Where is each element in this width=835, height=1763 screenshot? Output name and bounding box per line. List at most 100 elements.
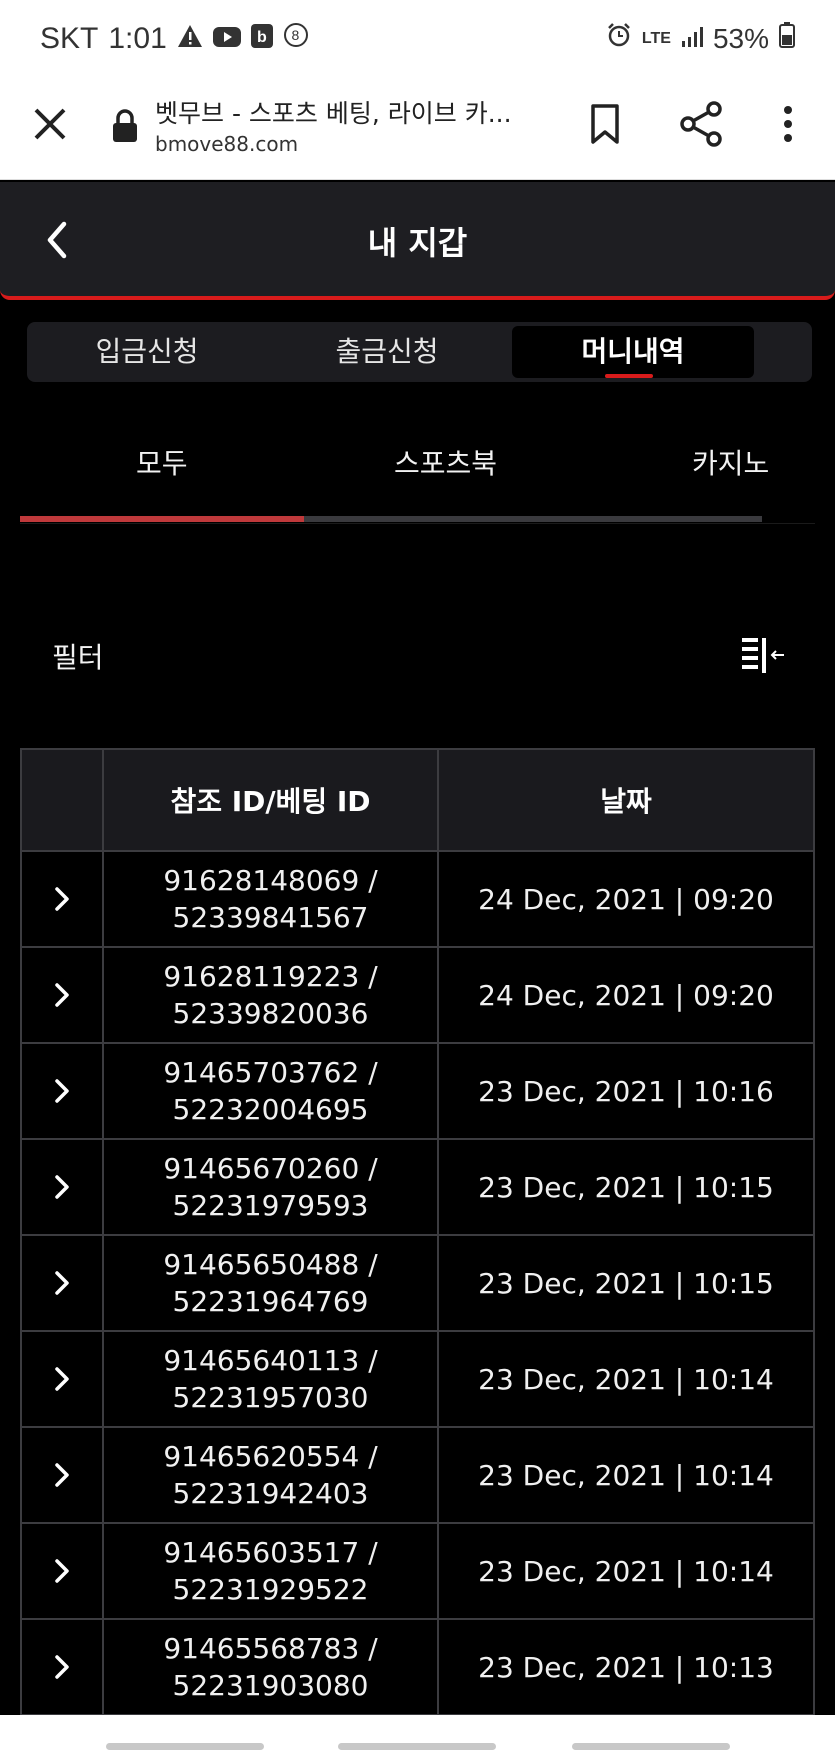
bet-id: 52231903080 [172,1669,369,1702]
table-row[interactable]: 91465703762 / 52232004695 23 Dec, 2021 | … [20,1042,815,1140]
expand-row-button[interactable] [20,946,104,1044]
ref-id: 91465640113 / [163,1344,378,1377]
wallet-tabs: 입금신청 출금신청 머니내역 [27,322,812,382]
network-label: LTE [641,29,671,47]
page-title: 내 지갑 [367,224,468,262]
chevron-right-icon [55,1079,69,1103]
tab-withdraw-request[interactable]: 출금신청 [267,322,507,382]
chevron-right-icon [55,1655,69,1679]
clock: 1:01 [108,22,167,55]
ref-id: 91465620554 / [163,1440,378,1473]
expand-row-button[interactable] [20,1234,104,1332]
close-icon[interactable] [28,102,72,146]
ref-id: 91628148069 / [163,864,378,897]
ref-bet-id-cell: 91465640113 / 52231957030 [102,1330,439,1428]
date-cell: 24 Dec, 2021 | 09:20 [437,850,815,948]
ref-bet-id-cell: 91465603517 / 52231929522 [102,1522,439,1620]
active-tab-indicator [605,374,653,378]
chevron-right-icon [55,887,69,911]
nav-home-button[interactable] [338,1743,496,1750]
ref-bet-id-cell: 91465568783 / 52231903080 [102,1618,439,1716]
table-row[interactable]: 91465640113 / 52231957030 23 Dec, 2021 | … [20,1330,815,1428]
battery-icon [779,22,795,55]
battery-percent: 53% [712,22,769,54]
chevron-right-icon [55,1175,69,1199]
app-header: 내 지갑 [0,182,835,300]
bet-id: 52339820036 [172,997,369,1030]
ref-bet-id-cell: 91465670260 / 52231979593 [102,1138,439,1236]
date-cell: 23 Dec, 2021 | 10:14 [437,1426,815,1524]
column-header-ref-id: 참조 ID/베팅 ID [102,748,439,852]
table-row[interactable]: 91465603517 / 52231929522 23 Dec, 2021 | … [20,1522,815,1620]
ref-id: 91465670260 / [163,1152,378,1185]
category-tab-all[interactable]: 모두 [136,442,188,482]
category-active-indicator [20,516,304,522]
svg-text:8: 8 [291,27,299,43]
expand-row-button[interactable] [20,1330,104,1428]
filter-label: 필터 [52,641,104,674]
column-header-expand [20,748,104,852]
table-row[interactable]: 91465568783 / 52231903080 23 Dec, 2021 | … [20,1618,815,1716]
bookmark-icon[interactable] [585,102,625,146]
expand-row-button[interactable] [20,1042,104,1140]
alarm-icon [606,22,632,55]
tab-deposit-request[interactable]: 입금신청 [27,322,267,382]
bet-id: 52231942403 [172,1477,369,1510]
table-row[interactable]: 91465650488 / 52231964769 23 Dec, 2021 | … [20,1234,815,1332]
filter-icon[interactable] [740,636,786,678]
money-history-table: 참조 ID/베팅 ID 날짜 91628148069 / 52339841567 … [20,748,815,1716]
category-divider [20,523,815,524]
svg-text:b: b [257,29,267,46]
bet-id: 52231957030 [172,1381,369,1414]
table-row[interactable]: 91465670260 / 52231979593 23 Dec, 2021 | … [20,1138,815,1236]
date-cell: 23 Dec, 2021 | 10:14 [437,1330,815,1428]
signal-icon [681,23,703,55]
browser-url[interactable]: bmove88.com [155,132,298,156]
expand-row-button[interactable] [20,1618,104,1716]
ref-bet-id-cell: 91628148069 / 52339841567 [102,850,439,948]
browser-toolbar: 벳무브 - 스포츠 베팅, 라이브 카... bmove88.com [0,80,835,180]
bet-id: 52231979593 [172,1189,369,1222]
column-header-date: 날짜 [437,748,815,852]
lock-icon [110,108,140,144]
nav-back-button[interactable] [572,1743,730,1750]
bet-id: 52231964769 [172,1285,369,1318]
category-tab-casino[interactable]: 카지노 [692,442,769,482]
expand-row-button[interactable] [20,1522,104,1620]
system-nav-bar [0,1715,835,1763]
date-cell: 23 Dec, 2021 | 10:15 [437,1138,815,1236]
warning-icon [177,22,203,56]
chevron-right-icon [55,1271,69,1295]
tab-money-history[interactable]: 머니내역 [512,326,754,378]
chevron-right-icon [55,1559,69,1583]
b-app-icon: b [250,22,273,56]
expand-row-button[interactable] [20,850,104,948]
table-row[interactable]: 91628119223 / 52339820036 24 Dec, 2021 | … [20,946,815,1044]
table-row[interactable]: 91465620554 / 52231942403 23 Dec, 2021 | … [20,1426,815,1524]
bet-id: 52231929522 [172,1573,369,1606]
bet-id: 52339841567 [172,901,369,934]
date-cell: 23 Dec, 2021 | 10:13 [437,1618,815,1716]
table-header-row: 참조 ID/베팅 ID 날짜 [20,748,815,852]
more-vertical-icon[interactable] [778,102,798,146]
browser-page-title[interactable]: 벳무브 - 스포츠 베팅, 라이브 카... [155,94,535,130]
bet-id: 52232004695 [172,1093,369,1126]
chevron-right-icon [55,983,69,1007]
category-tab-sportsbook[interactable]: 스포츠북 [394,442,497,482]
share-icon[interactable] [678,100,724,148]
nav-recents-button[interactable] [106,1743,264,1750]
chevron-right-icon [55,1463,69,1487]
circle-8-icon: 8 [283,22,309,56]
expand-row-button[interactable] [20,1426,104,1524]
carrier-label: SKT [40,22,99,55]
expand-row-button[interactable] [20,1138,104,1236]
date-cell: 24 Dec, 2021 | 09:20 [437,946,815,1044]
chevron-right-icon [55,1367,69,1391]
status-right: LTE 53% [606,22,795,55]
status-bar: SKT 1:01 b 8 LTE 53% [0,0,835,80]
status-left: SKT 1:01 b 8 [40,22,309,56]
ref-bet-id-cell: 91465650488 / 52231964769 [102,1234,439,1332]
ref-bet-id-cell: 91465703762 / 52232004695 [102,1042,439,1140]
table-row[interactable]: 91628148069 / 52339841567 24 Dec, 2021 | … [20,850,815,948]
ref-bet-id-cell: 91465620554 / 52231942403 [102,1426,439,1524]
